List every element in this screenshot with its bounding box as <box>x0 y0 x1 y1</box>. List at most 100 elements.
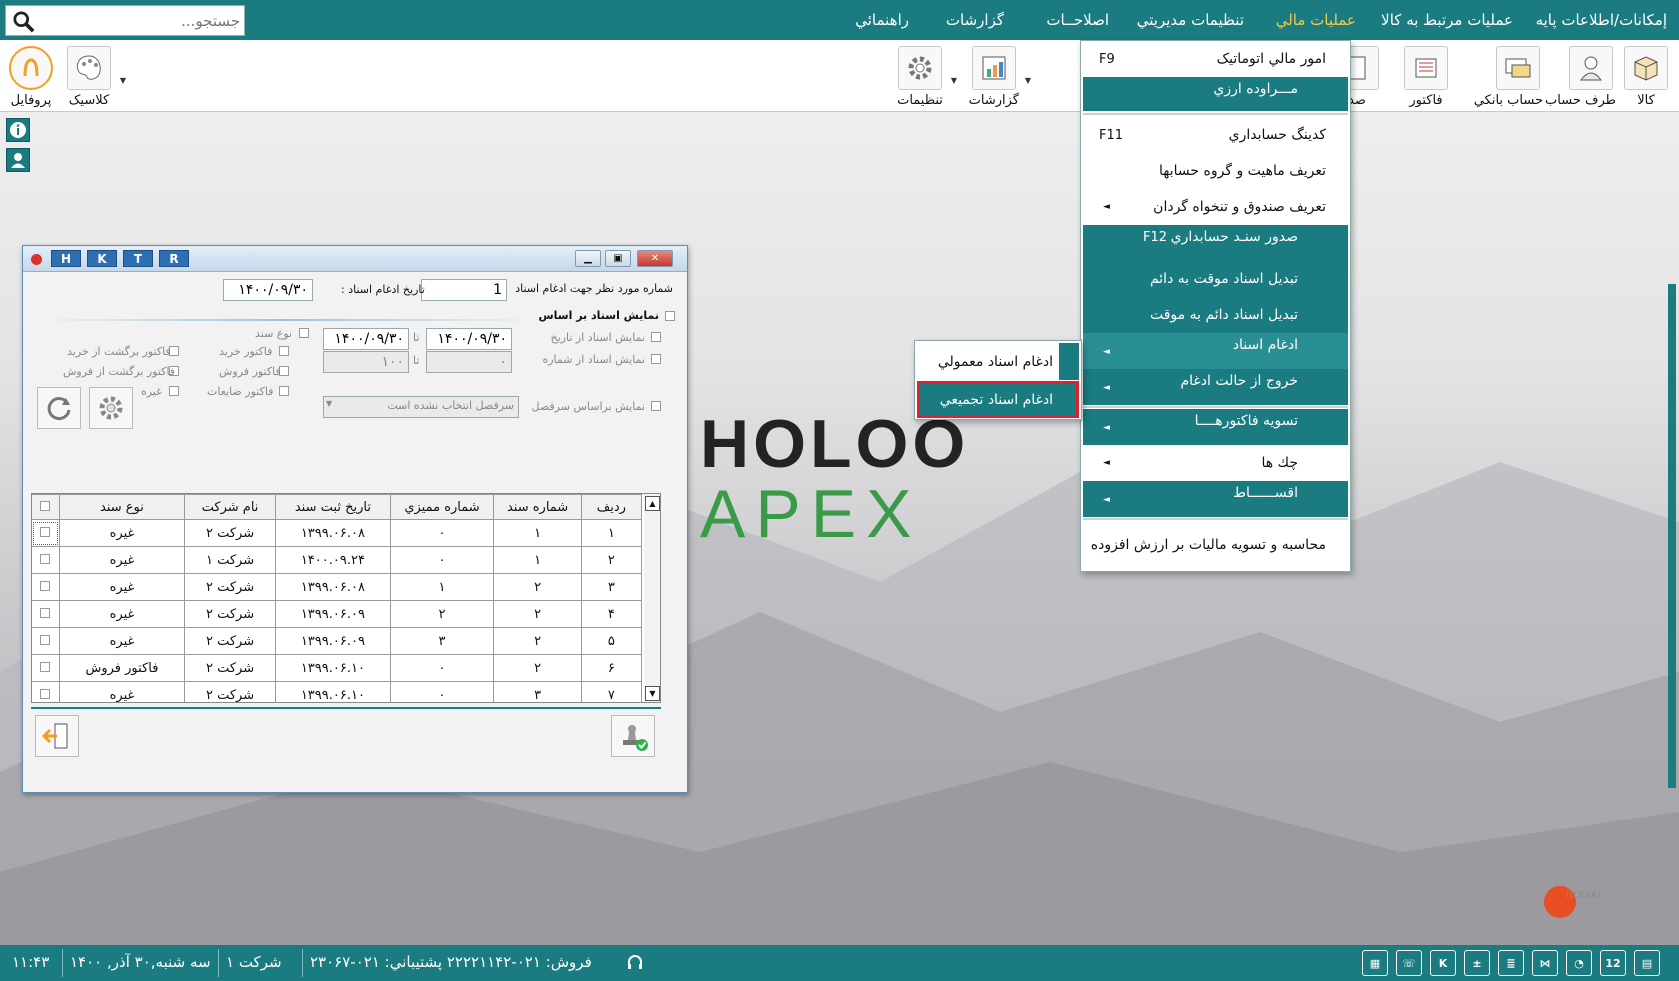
col-doc-number[interactable]: شماره سند <box>493 494 582 520</box>
menu-item-operations[interactable]: عمليات مرتبط به كالا <box>1381 11 1513 29</box>
settings-button[interactable] <box>89 387 133 429</box>
col-company[interactable]: نام شركت <box>183 494 277 520</box>
menu-item-merge-documents[interactable]: ادغام اسناد ◄ <box>1083 333 1348 369</box>
table-row[interactable]: ۴ ۲ ۲ ۱۳۹۹.۰۶.۰۹ شركت ۲ غيره <box>32 600 643 628</box>
row-checkbox[interactable] <box>40 553 51 564</box>
share-icon[interactable]: ⋈ <box>1532 950 1558 976</box>
select-all-checkbox[interactable] <box>40 500 51 511</box>
dropdown-arrow-icon[interactable]: ▼ <box>951 76 957 85</box>
row-checkbox[interactable] <box>40 607 51 618</box>
menu-item-shortcut: F9 <box>1099 52 1115 67</box>
menu-reports[interactable]: گزارشات <box>946 11 1004 29</box>
tab-k[interactable]: K <box>87 250 117 267</box>
menu-item-cashbox[interactable]: تعريف صندوق و تنخواه گردان ◄ <box>1083 189 1348 225</box>
grid-scrollbar[interactable]: ▲ ▼ <box>644 494 660 702</box>
menu-corrections[interactable]: اصلاحــات <box>1046 11 1109 29</box>
chart-clock-icon[interactable]: ◔ <box>1566 950 1592 976</box>
menu-item-currency-exchange[interactable]: مـــراوده ارزي <box>1083 77 1348 111</box>
date-to-input[interactable] <box>323 328 409 350</box>
menu-item-account-nature[interactable]: تعريف ماهيت و گروه حسابها <box>1083 153 1348 189</box>
heading-select[interactable]: سرفصل انتخاب نشده است ▼ <box>323 396 519 418</box>
other-type-checkbox[interactable] <box>169 386 179 396</box>
menu-item-exit-merge[interactable]: خروج از حالت ادغام ◄ <box>1083 369 1348 405</box>
dialog-titlebar[interactable]: H K T R ▁ ▣ ✕ <box>23 246 687 272</box>
menu-financial-operations[interactable]: عمليات مالي <box>1276 11 1356 29</box>
merge-date-input[interactable] <box>223 279 313 301</box>
row-checkbox[interactable] <box>40 580 51 591</box>
right-scrollbar[interactable] <box>1668 284 1676 788</box>
table-row[interactable]: ۷ ۳ ۰ ۱۳۹۹.۰۶.۱۰ شركت ۲ غيره <box>32 681 643 702</box>
toolbar-item-settings[interactable]: تنظيمات ▼ <box>895 46 957 108</box>
minimize-icon[interactable]: ▁ <box>575 250 601 267</box>
toolbar-item-profile[interactable]: پروفايل <box>6 46 56 108</box>
menu-item-accounting-coding[interactable]: كدينگ حسابداري F11 <box>1083 117 1348 153</box>
toolbar-item-party[interactable]: طرف حساب <box>1545 46 1616 108</box>
row-checkbox[interactable] <box>40 661 51 672</box>
phone-book-icon[interactable]: ☏ <box>1396 950 1422 976</box>
num-from-input[interactable] <box>426 351 512 373</box>
submenu-item-aggregate-merge[interactable]: ادغام اسناد تجميعي <box>917 381 1079 418</box>
user-icon[interactable] <box>6 148 30 172</box>
refresh-button[interactable] <box>37 387 81 429</box>
num-to-input[interactable] <box>323 351 409 373</box>
show-docs-checkbox[interactable] <box>665 311 675 321</box>
menu-item-temp-to-permanent[interactable]: تبديل اسناد موقت به دائم <box>1083 261 1348 297</box>
row-checkbox[interactable] <box>40 688 51 699</box>
toolbar-item-bank[interactable]: حساب بانكي <box>1474 46 1543 108</box>
close-icon[interactable]: ✕ <box>637 250 673 267</box>
menu-item-auto-financial[interactable]: امور مالي اتوماتيک F9 <box>1083 43 1348 77</box>
info-icon[interactable] <box>6 118 30 142</box>
toolbar-item-invoice[interactable]: فاكتور <box>1401 46 1451 108</box>
dropdown-arrow-icon[interactable]: ▼ <box>1025 76 1031 85</box>
dropdown-arrow-icon[interactable]: ▼ <box>120 76 126 85</box>
calculator-icon[interactable]: ± <box>1464 950 1490 976</box>
search-input[interactable] <box>42 9 240 33</box>
col-register-date[interactable]: تاريخ ثبت سند <box>275 494 391 520</box>
menu-basic-info[interactable]: إمكانات/اطلاعات پايه <box>1536 11 1667 29</box>
submenu-item-normal-merge[interactable]: ادغام اسناد معمولي <box>917 343 1079 380</box>
toolbar-item-classic[interactable]: كلاسيک ▼ <box>64 46 126 108</box>
notes-icon[interactable]: ≣ <box>1498 950 1524 976</box>
toolbar-item-goods[interactable]: كالا <box>1621 46 1671 108</box>
date-from-input[interactable] <box>426 328 512 350</box>
table-row[interactable]: ۶ ۲ ۰ ۱۳۹۹.۰۶.۱۰ شركت ۲ فاكتور فروش <box>32 654 643 682</box>
table-row[interactable]: ۳ ۲ ۱ ۱۳۹۹.۰۶.۰۸ شركت ۲ غيره <box>32 573 643 601</box>
k-app-icon[interactable]: K <box>1430 950 1456 976</box>
menu-management-settings[interactable]: تنظيمات مديريتي <box>1137 11 1244 29</box>
menu-item-issue-document[interactable]: صدور سنـد حسابداري F12 <box>1083 225 1348 261</box>
menu-item-installments[interactable]: اقســــــاط ◄ <box>1083 481 1348 517</box>
calendar-icon[interactable]: ▤ <box>1634 950 1660 976</box>
col-row[interactable]: رديف <box>580 494 643 520</box>
maximize-icon[interactable]: ▣ <box>605 250 631 267</box>
exit-button[interactable] <box>35 715 79 757</box>
calendar-day-icon[interactable]: 12 <box>1600 950 1626 976</box>
menu-help[interactable]: راهنمائي <box>855 11 909 29</box>
tab-h[interactable]: H <box>51 250 81 267</box>
table-row[interactable]: ۵ ۲ ۳ ۱۳۹۹.۰۶.۰۹ شركت ۲ غيره <box>32 627 643 655</box>
date-range-checkbox[interactable] <box>651 332 661 342</box>
number-range-checkbox[interactable] <box>651 354 661 364</box>
row-checkbox[interactable] <box>40 634 51 645</box>
purchase-invoice-checkbox[interactable] <box>279 346 289 356</box>
tab-t[interactable]: T <box>123 250 153 267</box>
toolbar-item-reports[interactable]: گزارشات ▼ <box>969 46 1031 108</box>
table-row[interactable]: ۱ ۱ ۰ ۱۳۹۹.۰۶.۰۸ شركت ۲ غيره <box>32 519 643 547</box>
row-checkbox[interactable] <box>40 526 51 537</box>
scroll-up-icon[interactable]: ▲ <box>645 496 660 511</box>
table-row[interactable]: ۲ ۱ ۰ ۱۴۰۰.۰۹.۲۴ شركت ۱ غيره <box>32 546 643 574</box>
doc-number-input[interactable] <box>421 279 507 301</box>
doc-type-checkbox[interactable] <box>299 328 309 338</box>
menu-item-cheques[interactable]: چك ها ◄ <box>1083 445 1348 481</box>
col-doc-type[interactable]: نوع سند <box>59 494 185 520</box>
search-icon[interactable] <box>12 11 36 33</box>
tab-r[interactable]: R <box>159 250 189 267</box>
calendar-grid-icon[interactable]: ▦ <box>1362 950 1388 976</box>
col-audit-number[interactable]: شماره مميزي <box>389 494 495 520</box>
waste-invoice-checkbox[interactable] <box>279 386 289 396</box>
menu-item-vat[interactable]: محاسبه و تسويه ماليات بر ارزش افزوده <box>1083 521 1348 569</box>
menu-item-settle-invoices[interactable]: تسويه فاكتورهــــا ◄ <box>1083 409 1348 445</box>
heading-checkbox[interactable] <box>651 401 661 411</box>
menu-item-permanent-to-temp[interactable]: تبديل اسناد دائم به موقت <box>1083 297 1348 333</box>
merge-confirm-button[interactable] <box>611 715 655 757</box>
scroll-down-icon[interactable]: ▼ <box>645 686 660 701</box>
